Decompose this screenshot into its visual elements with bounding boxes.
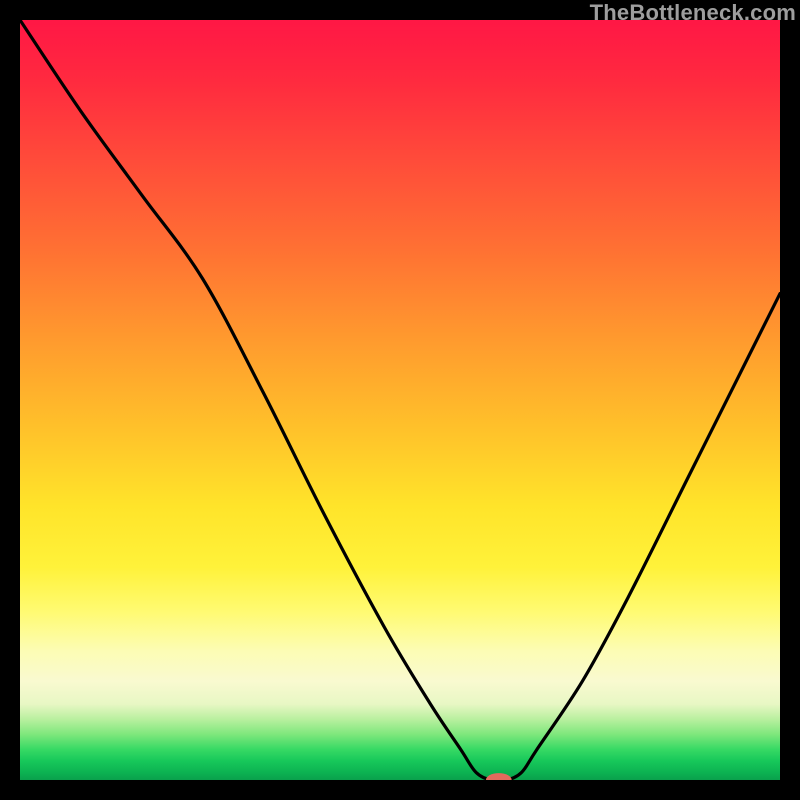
- chart-stage: TheBottleneck.com: [0, 0, 800, 800]
- optimal-point-marker: [486, 773, 512, 780]
- plot-area: [20, 20, 780, 780]
- bottleneck-curve: [20, 20, 780, 780]
- watermark-text: TheBottleneck.com: [590, 0, 796, 26]
- curve-layer: [20, 20, 780, 780]
